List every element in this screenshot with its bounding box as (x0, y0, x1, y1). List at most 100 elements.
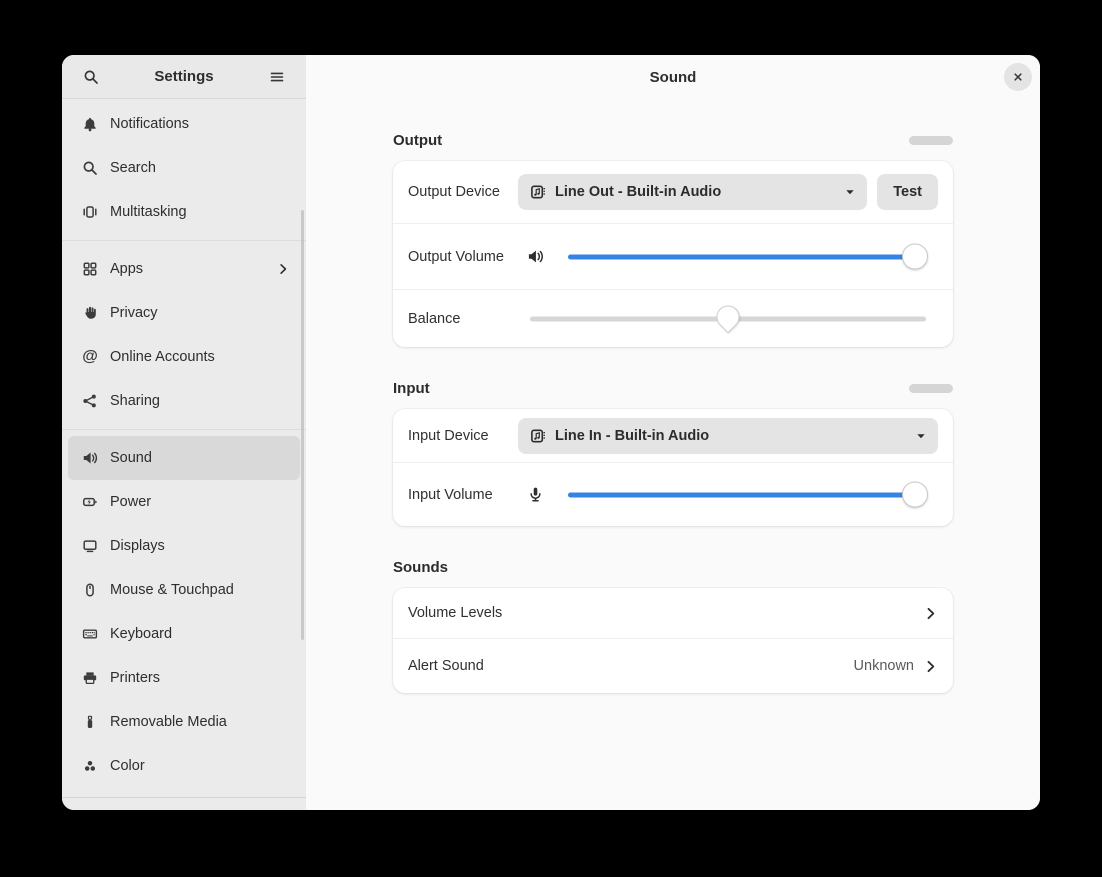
output-volume-row: Output Volume (393, 223, 953, 289)
balance-slider[interactable] (530, 305, 926, 333)
output-section-header: Output (393, 129, 953, 151)
balance-label: Balance (408, 311, 518, 327)
close-window-button[interactable] (1004, 63, 1032, 91)
sidebar-item-label: Apps (110, 261, 276, 277)
sidebar-item-removable-media[interactable]: Removable Media (68, 700, 300, 744)
sidebar-bottom-separator (62, 797, 306, 798)
input-device-dropdown[interactable]: Line In - Built-in Audio (518, 418, 938, 454)
input-section-header: Input (393, 377, 953, 399)
sidebar-item-sound[interactable]: Sound (68, 436, 300, 480)
multitasking-windows-icon (82, 204, 98, 220)
input-device-value: Line In - Built-in Audio (555, 428, 904, 444)
volume-levels-row[interactable]: Volume Levels (393, 588, 953, 638)
page-title: Sound (306, 69, 1040, 86)
output-device-value: Line Out - Built-in Audio (555, 184, 833, 200)
sidebar-item-label: Color (110, 758, 145, 774)
sidebar-item-sharing[interactable]: Sharing (68, 379, 300, 423)
alert-sound-value: Unknown (854, 658, 914, 674)
chevron-right-icon (276, 262, 290, 276)
sounds-card: Volume Levels Alert Sound Unknown (393, 588, 953, 693)
input-volume-slider-handle[interactable] (902, 482, 928, 508)
sidebar-item-label: Displays (110, 538, 165, 554)
sidebar-item-label: Search (110, 160, 156, 176)
sidebar-item-mouse-touchpad[interactable]: Mouse & Touchpad (68, 568, 300, 612)
app-grid-icon (82, 261, 98, 277)
battery-icon (82, 494, 98, 510)
input-heading: Input (393, 380, 430, 397)
hamburger-menu-icon (269, 69, 285, 85)
output-device-row: Output Device Line Out - Built-in Audio … (393, 161, 953, 223)
at-sign-icon: @ (82, 349, 98, 365)
sidebar-scrollbar[interactable] (301, 210, 304, 640)
input-volume-label: Input Volume (408, 487, 518, 503)
dropdown-caret-icon (843, 185, 857, 199)
sidebar-item-label: Sound (110, 450, 152, 466)
settings-window: Settings Notifications Search (62, 55, 1040, 810)
sidebar-item-label: Multitasking (110, 204, 187, 220)
color-wheel-icon (82, 758, 98, 774)
sounds-section-header: Sounds (393, 556, 953, 578)
sidebar-item-label: Sharing (110, 393, 160, 409)
sidebar-item-power[interactable]: Power (68, 480, 300, 524)
sidebar-item-printers[interactable]: Printers (68, 656, 300, 700)
monitor-icon (82, 538, 98, 554)
output-volume-label: Output Volume (408, 249, 518, 265)
panel-content: Output Output Device Line Out - Built-in… (306, 99, 1040, 810)
sidebar-separator (62, 240, 306, 241)
output-volume-slider[interactable] (568, 243, 926, 271)
search-button[interactable] (74, 62, 108, 92)
mouse-icon (82, 582, 98, 598)
sidebar-item-displays[interactable]: Displays (68, 524, 300, 568)
app-title: Settings (108, 68, 260, 85)
output-heading: Output (393, 132, 442, 149)
hand-icon (82, 305, 98, 321)
main-headerbar: Sound (306, 55, 1040, 99)
speaker-icon (82, 450, 98, 466)
output-volume-slider-handle[interactable] (902, 244, 928, 270)
output-device-dropdown[interactable]: Line Out - Built-in Audio (518, 174, 867, 210)
share-nodes-icon (82, 393, 98, 409)
magnifier-icon (82, 160, 98, 176)
sidebar-item-color[interactable]: Color (68, 744, 300, 788)
volume-levels-label: Volume Levels (408, 605, 923, 621)
sidebar-item-keyboard[interactable]: Keyboard (68, 612, 300, 656)
sidebar-item-notifications[interactable]: Notifications (68, 102, 300, 146)
sidebar-item-label: Printers (110, 670, 160, 686)
alert-sound-label: Alert Sound (408, 658, 854, 674)
usb-drive-icon (82, 714, 98, 730)
input-device-row: Input Device Line In - Built-in Audio (393, 409, 953, 462)
input-card: Input Device Line In - Built-in Audio In… (393, 409, 953, 526)
printer-icon (82, 670, 98, 686)
soundcard-icon (530, 184, 546, 200)
main-menu-button[interactable] (260, 62, 294, 92)
sidebar-item-search[interactable]: Search (68, 146, 300, 190)
sidebar-item-privacy[interactable]: Privacy (68, 291, 300, 335)
input-volume-row: Input Volume (393, 462, 953, 526)
sidebar-item-online-accounts[interactable]: @ Online Accounts (68, 335, 300, 379)
close-icon (1011, 70, 1025, 84)
test-speakers-button[interactable]: Test (877, 174, 938, 210)
alert-sound-row[interactable]: Alert Sound Unknown (393, 638, 953, 693)
desktop-background: Settings Notifications Search (0, 0, 1102, 877)
sidebar-item-multitasking[interactable]: Multitasking (68, 190, 300, 234)
search-icon (83, 69, 99, 85)
sidebar-item-label: Privacy (110, 305, 158, 321)
soundcard-icon (530, 428, 546, 444)
chevron-right-icon (923, 606, 938, 621)
sidebar-item-label: Removable Media (110, 714, 227, 730)
speaker-volume-icon (518, 248, 552, 265)
sounds-heading: Sounds (393, 559, 448, 576)
balance-slider-handle[interactable] (712, 301, 745, 334)
input-device-label: Input Device (408, 428, 518, 444)
keyboard-icon (82, 626, 98, 642)
sidebar-nav: Notifications Search Multitasking Apps (62, 99, 306, 810)
sidebar-item-label: Power (110, 494, 151, 510)
dropdown-caret-icon (914, 429, 928, 443)
input-volume-slider[interactable] (568, 481, 926, 509)
microphone-icon (518, 486, 552, 503)
output-device-label: Output Device (408, 184, 518, 200)
sidebar-item-label: Notifications (110, 116, 189, 132)
bell-icon (82, 116, 98, 132)
output-card: Output Device Line Out - Built-in Audio … (393, 161, 953, 347)
sidebar-item-apps[interactable]: Apps (68, 247, 300, 291)
